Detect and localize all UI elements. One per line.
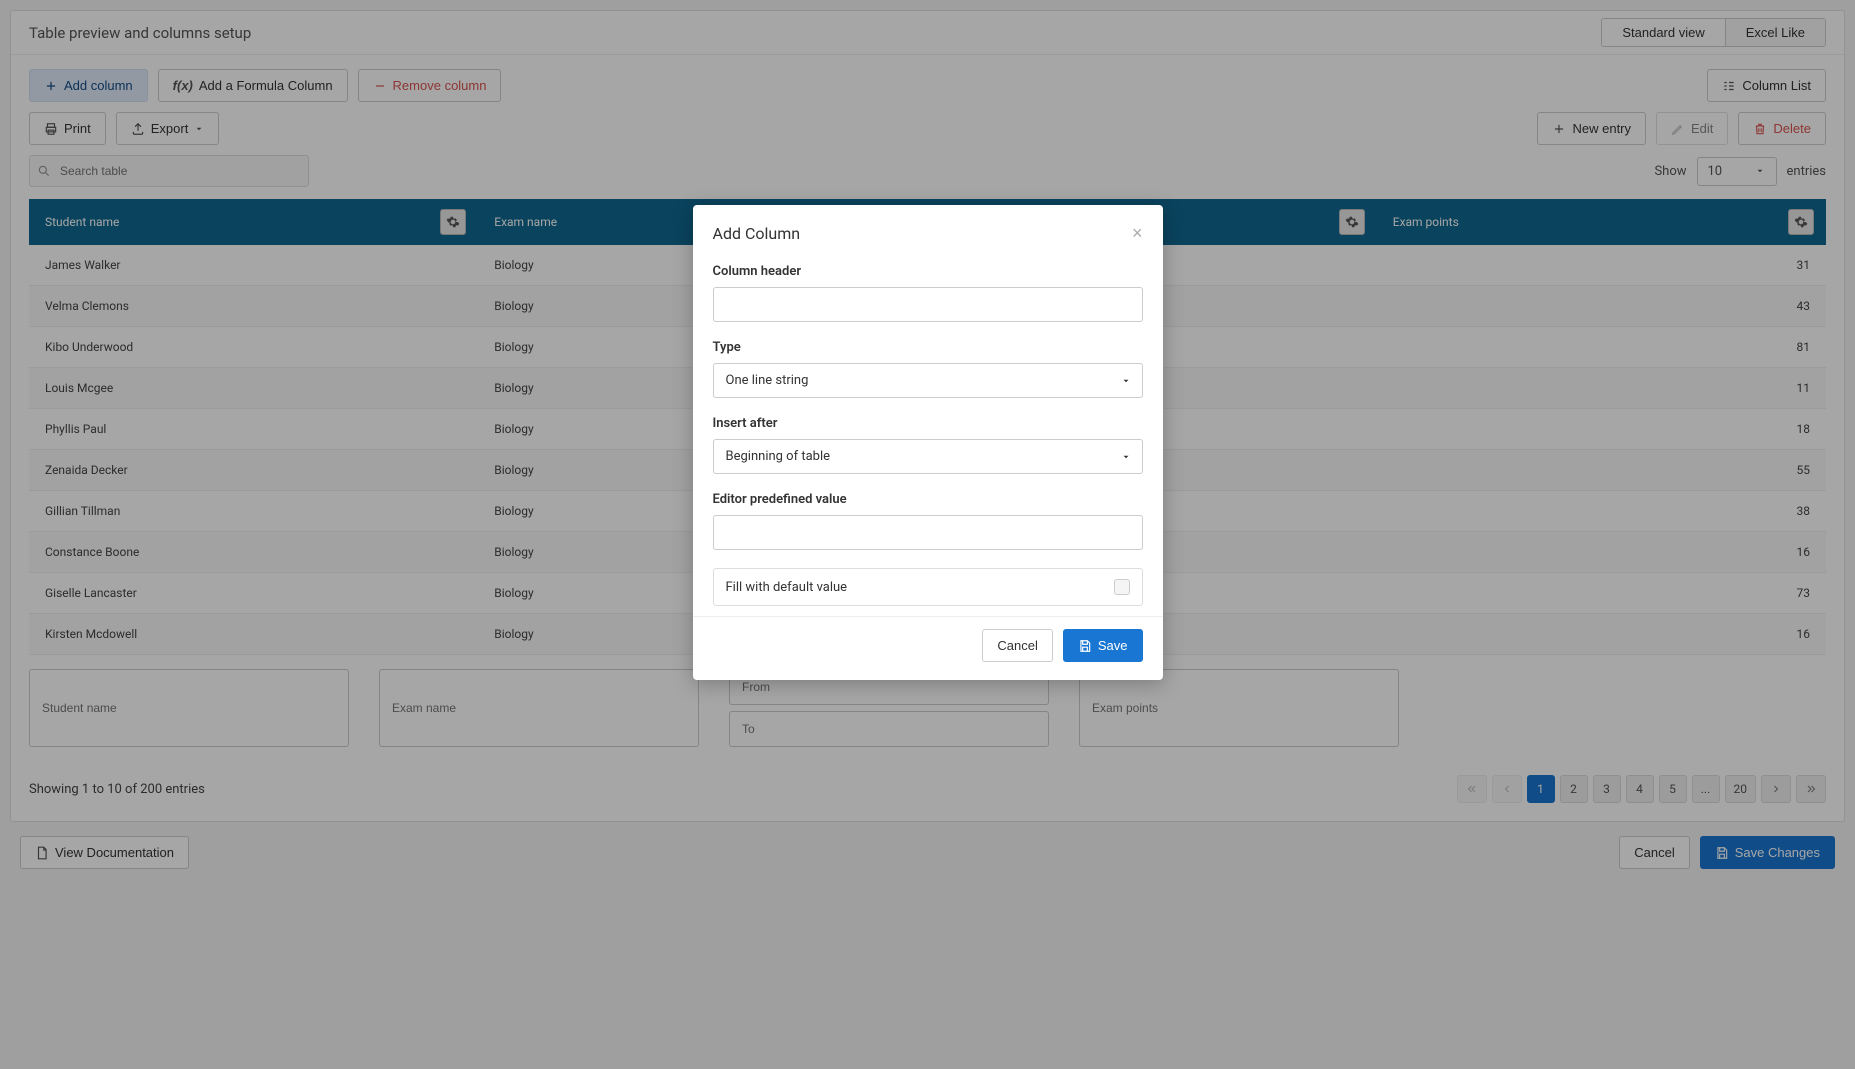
modal-cancel-label: Cancel <box>997 638 1037 653</box>
modal-overlay[interactable]: Add Column × Column header Type One line… <box>0 0 1855 1069</box>
modal-save-label: Save <box>1098 638 1128 653</box>
close-icon: × <box>1132 223 1143 243</box>
column-header-label: Column header <box>713 264 1143 279</box>
insert-after-select[interactable]: Beginning of table <box>713 439 1143 474</box>
fill-default-row[interactable]: Fill with default value <box>713 568 1143 606</box>
fill-default-checkbox[interactable] <box>1114 579 1130 595</box>
insert-after-value: Beginning of table <box>726 449 831 464</box>
type-select[interactable]: One line string <box>713 363 1143 398</box>
save-icon <box>1078 639 1092 653</box>
insert-after-label: Insert after <box>713 416 1143 431</box>
column-header-input[interactable] <box>713 287 1143 322</box>
add-column-modal: Add Column × Column header Type One line… <box>693 205 1163 680</box>
modal-title: Add Column <box>713 224 801 243</box>
predefined-value-input[interactable] <box>713 515 1143 550</box>
predefined-value-label: Editor predefined value <box>713 492 1143 507</box>
modal-close-button[interactable]: × <box>1132 223 1143 244</box>
modal-cancel-button[interactable]: Cancel <box>982 629 1052 662</box>
type-value: One line string <box>726 373 809 388</box>
modal-save-button[interactable]: Save <box>1063 629 1143 662</box>
type-label: Type <box>713 340 1143 355</box>
fill-default-label: Fill with default value <box>726 580 848 595</box>
